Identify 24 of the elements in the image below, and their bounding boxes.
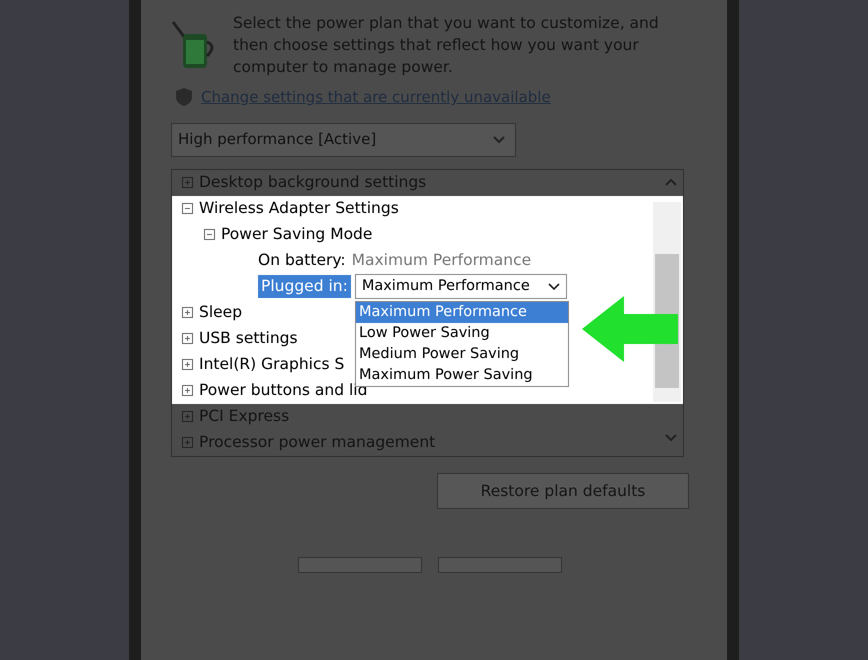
dialog-button[interactable]	[438, 556, 562, 572]
pointer-arrow-icon	[582, 296, 678, 362]
expand-icon[interactable]	[182, 333, 193, 344]
setting-value: Maximum Performance	[352, 250, 532, 271]
setting-label[interactable]: Plugged in:	[258, 274, 351, 298]
collapse-icon[interactable]	[204, 229, 215, 240]
setting-dropdown[interactable]: Maximum Performance	[354, 274, 567, 299]
scroll-down-icon[interactable]	[665, 434, 677, 442]
chevron-down-icon	[493, 136, 505, 144]
scroll-up-icon[interactable]	[665, 178, 677, 186]
dialog-button[interactable]	[298, 556, 422, 572]
dropdown-option[interactable]: Low Power Saving	[356, 322, 568, 344]
dropdown-option[interactable]: Maximum Performance	[356, 302, 568, 322]
collapse-icon[interactable]	[182, 203, 193, 214]
dropdown-option[interactable]: Medium Power Saving	[356, 344, 568, 364]
shield-icon	[175, 87, 193, 108]
tree-item[interactable]: Sleep	[199, 300, 242, 324]
setting-label[interactable]: On battery:	[258, 248, 346, 272]
expand-icon[interactable]	[182, 307, 193, 318]
expand-icon[interactable]	[182, 385, 193, 396]
tree-item[interactable]: USB settings	[199, 326, 298, 350]
dropdown-option[interactable]: Maximum Power Saving	[356, 364, 568, 386]
expand-icon[interactable]	[182, 359, 193, 370]
chevron-down-icon	[548, 282, 560, 290]
